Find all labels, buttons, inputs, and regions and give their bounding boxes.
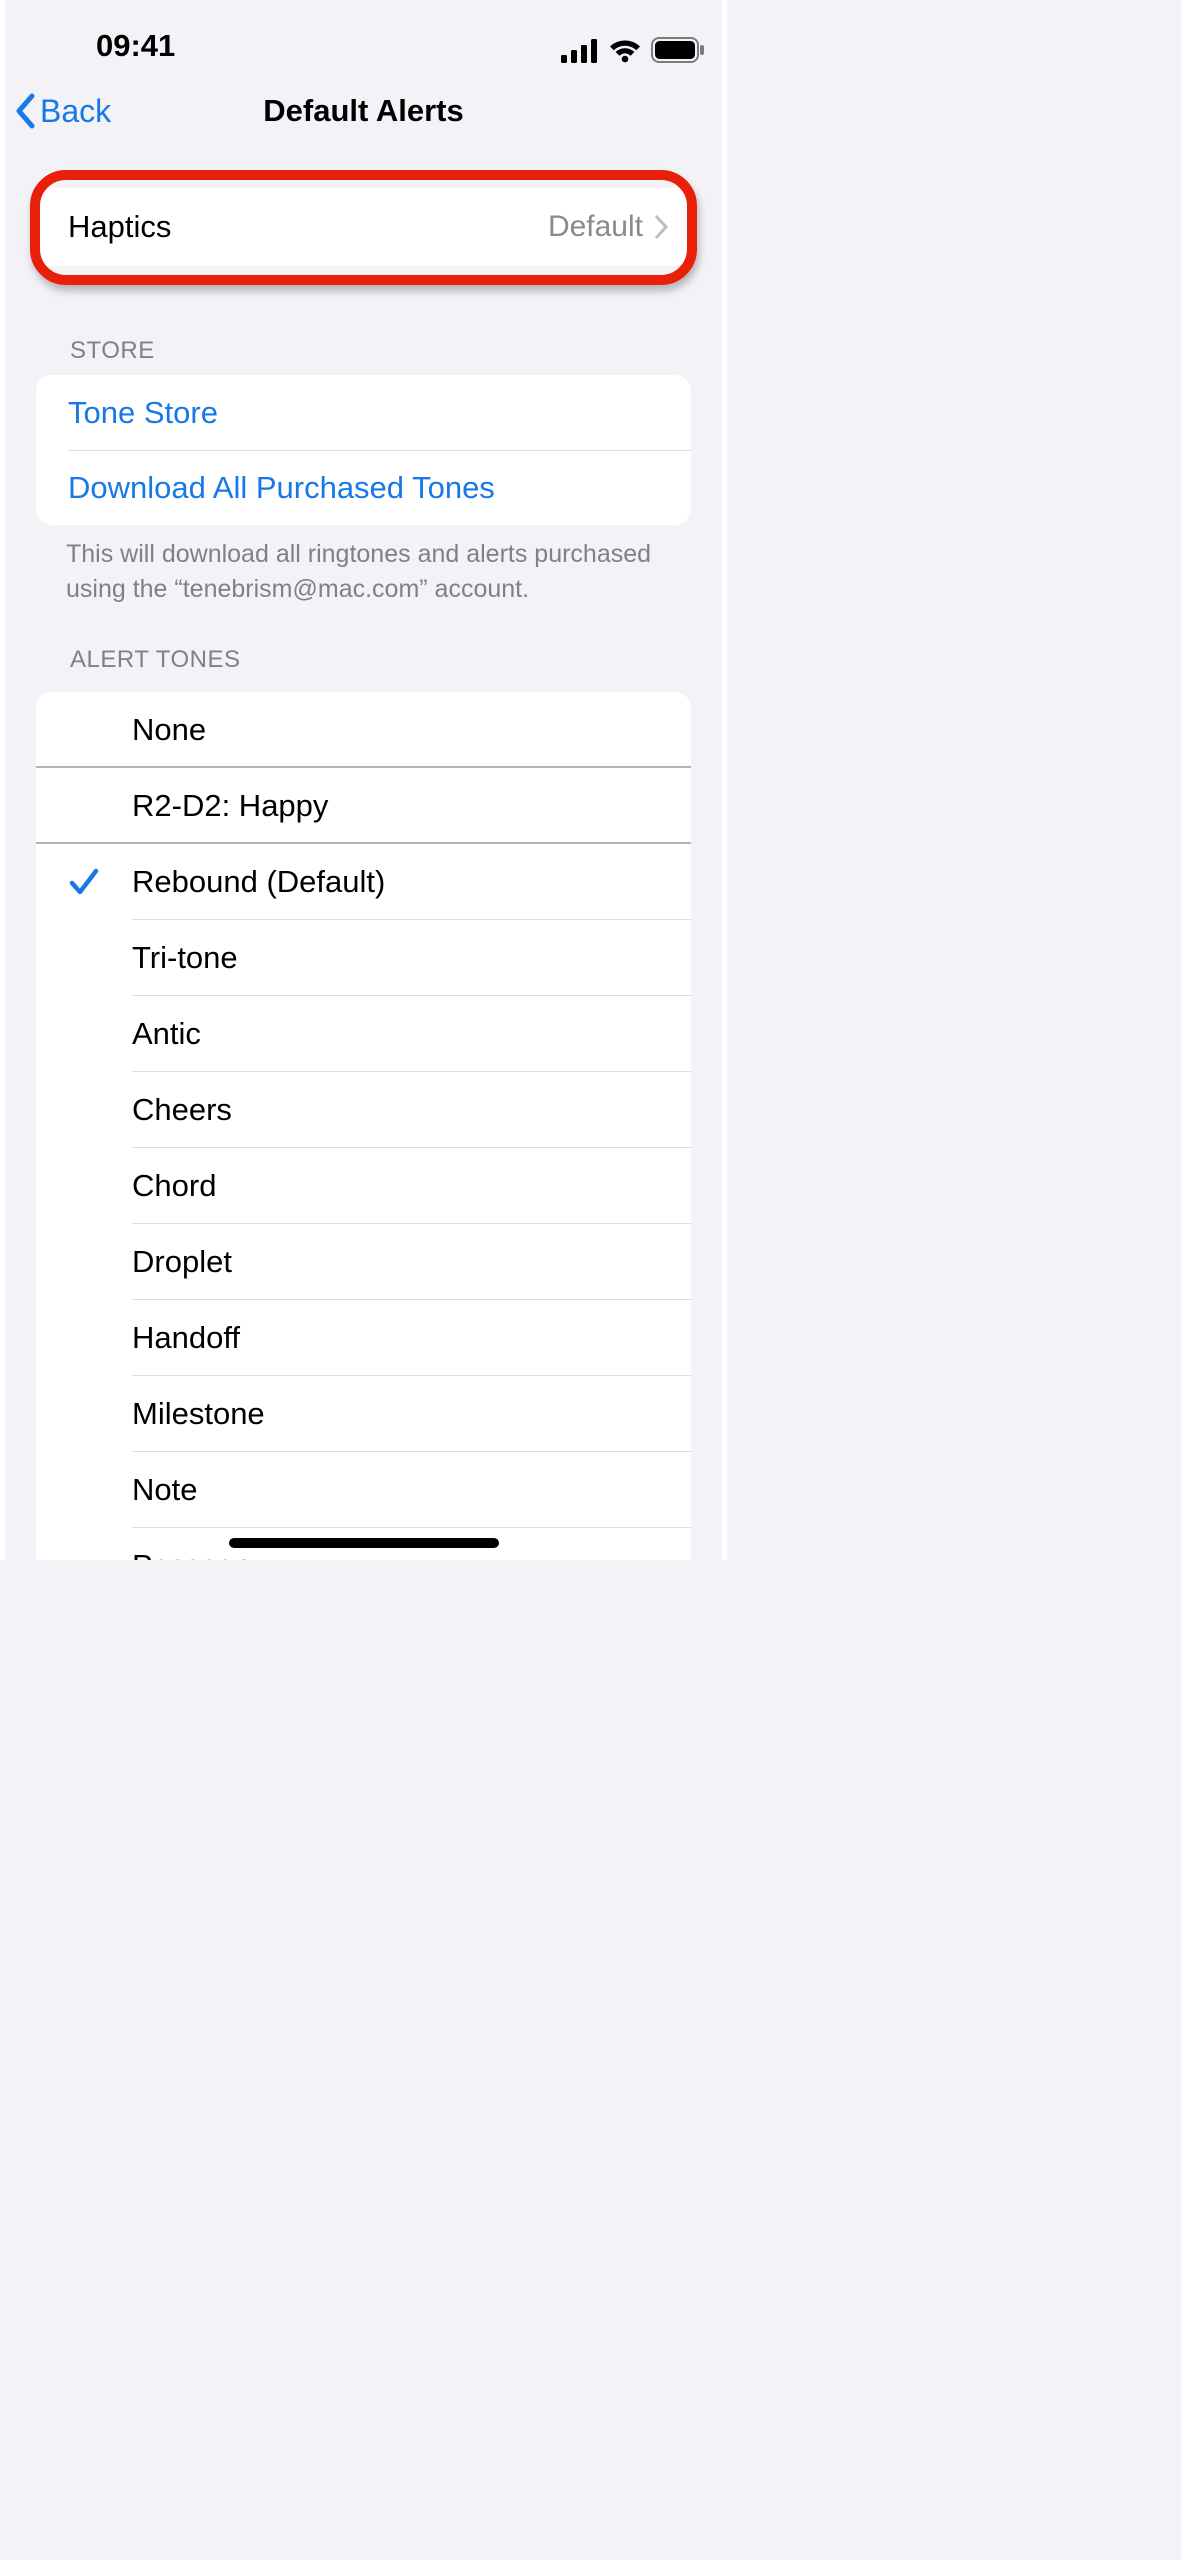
alert-tone-row[interactable]: Tri-tone: [36, 920, 691, 996]
alert-tone-row[interactable]: None: [36, 692, 691, 768]
haptics-label: Haptics: [68, 209, 548, 245]
alert-tone-row[interactable]: Cheers: [36, 1072, 691, 1148]
alert-tone-label: Handoff: [132, 1320, 240, 1356]
back-label: Back: [40, 93, 111, 130]
back-button[interactable]: Back: [14, 70, 111, 152]
checkmark-column: [36, 866, 132, 898]
alert-tone-label: Rebound (Default): [132, 864, 385, 900]
haptics-value: Default: [548, 210, 643, 244]
alert-tone-label: Milestone: [132, 1396, 265, 1432]
status-time: 09:41: [38, 28, 175, 70]
chevron-right-icon: [653, 214, 669, 240]
alert-tone-label: Cheers: [132, 1092, 232, 1128]
alert-tone-label: Passage: [132, 1548, 253, 1560]
alert-tone-row[interactable]: Handoff: [36, 1300, 691, 1376]
status-bar: 09:41: [0, 0, 727, 70]
alerts-header: ALERT TONES: [0, 606, 727, 684]
tone-store-row[interactable]: Tone Store: [36, 375, 691, 450]
battery-icon: [651, 37, 705, 63]
wifi-icon: [609, 39, 641, 63]
alert-tone-row[interactable]: Droplet: [36, 1224, 691, 1300]
alert-tone-label: Chord: [132, 1168, 216, 1204]
alert-tone-label: Note: [132, 1472, 197, 1508]
alert-tone-row[interactable]: Rebound (Default): [36, 844, 691, 920]
alert-tones-group: None R2-D2: Happy Rebound (Default) Tri-ton…: [36, 692, 691, 1560]
alert-tone-row[interactable]: Note: [36, 1452, 691, 1528]
tone-store-label: Tone Store: [68, 395, 218, 431]
download-purchased-row[interactable]: Download All Purchased Tones: [36, 450, 691, 525]
alert-tone-label: Antic: [132, 1016, 201, 1052]
haptics-row[interactable]: Haptics Default: [36, 188, 691, 266]
phone-screen: 09:41 Back: [0, 0, 727, 1560]
alert-tone-label: Droplet: [132, 1244, 232, 1280]
cellular-icon: [561, 39, 599, 63]
store-group: Tone Store Download All Purchased Tones: [36, 375, 691, 525]
alert-tone-row[interactable]: R2-D2: Happy: [36, 768, 691, 844]
status-icons: [561, 37, 705, 70]
download-purchased-label: Download All Purchased Tones: [68, 470, 495, 506]
store-footer: This will download all ringtones and ale…: [0, 525, 727, 606]
alert-tone-label: None: [132, 712, 206, 748]
alert-tone-label: Tri-tone: [132, 940, 238, 976]
store-header: STORE: [0, 285, 727, 375]
alert-tone-row[interactable]: Chord: [36, 1148, 691, 1224]
chevron-left-icon: [14, 93, 38, 129]
home-indicator[interactable]: [229, 1538, 499, 1548]
alert-tone-row[interactable]: Antic: [36, 996, 691, 1072]
alert-tone-row[interactable]: Milestone: [36, 1376, 691, 1452]
checkmark-icon: [68, 866, 100, 898]
alert-tone-label: R2-D2: Happy: [132, 788, 328, 824]
nav-bar: Back Default Alerts: [0, 70, 727, 152]
haptics-highlight: Haptics Default: [30, 170, 697, 285]
